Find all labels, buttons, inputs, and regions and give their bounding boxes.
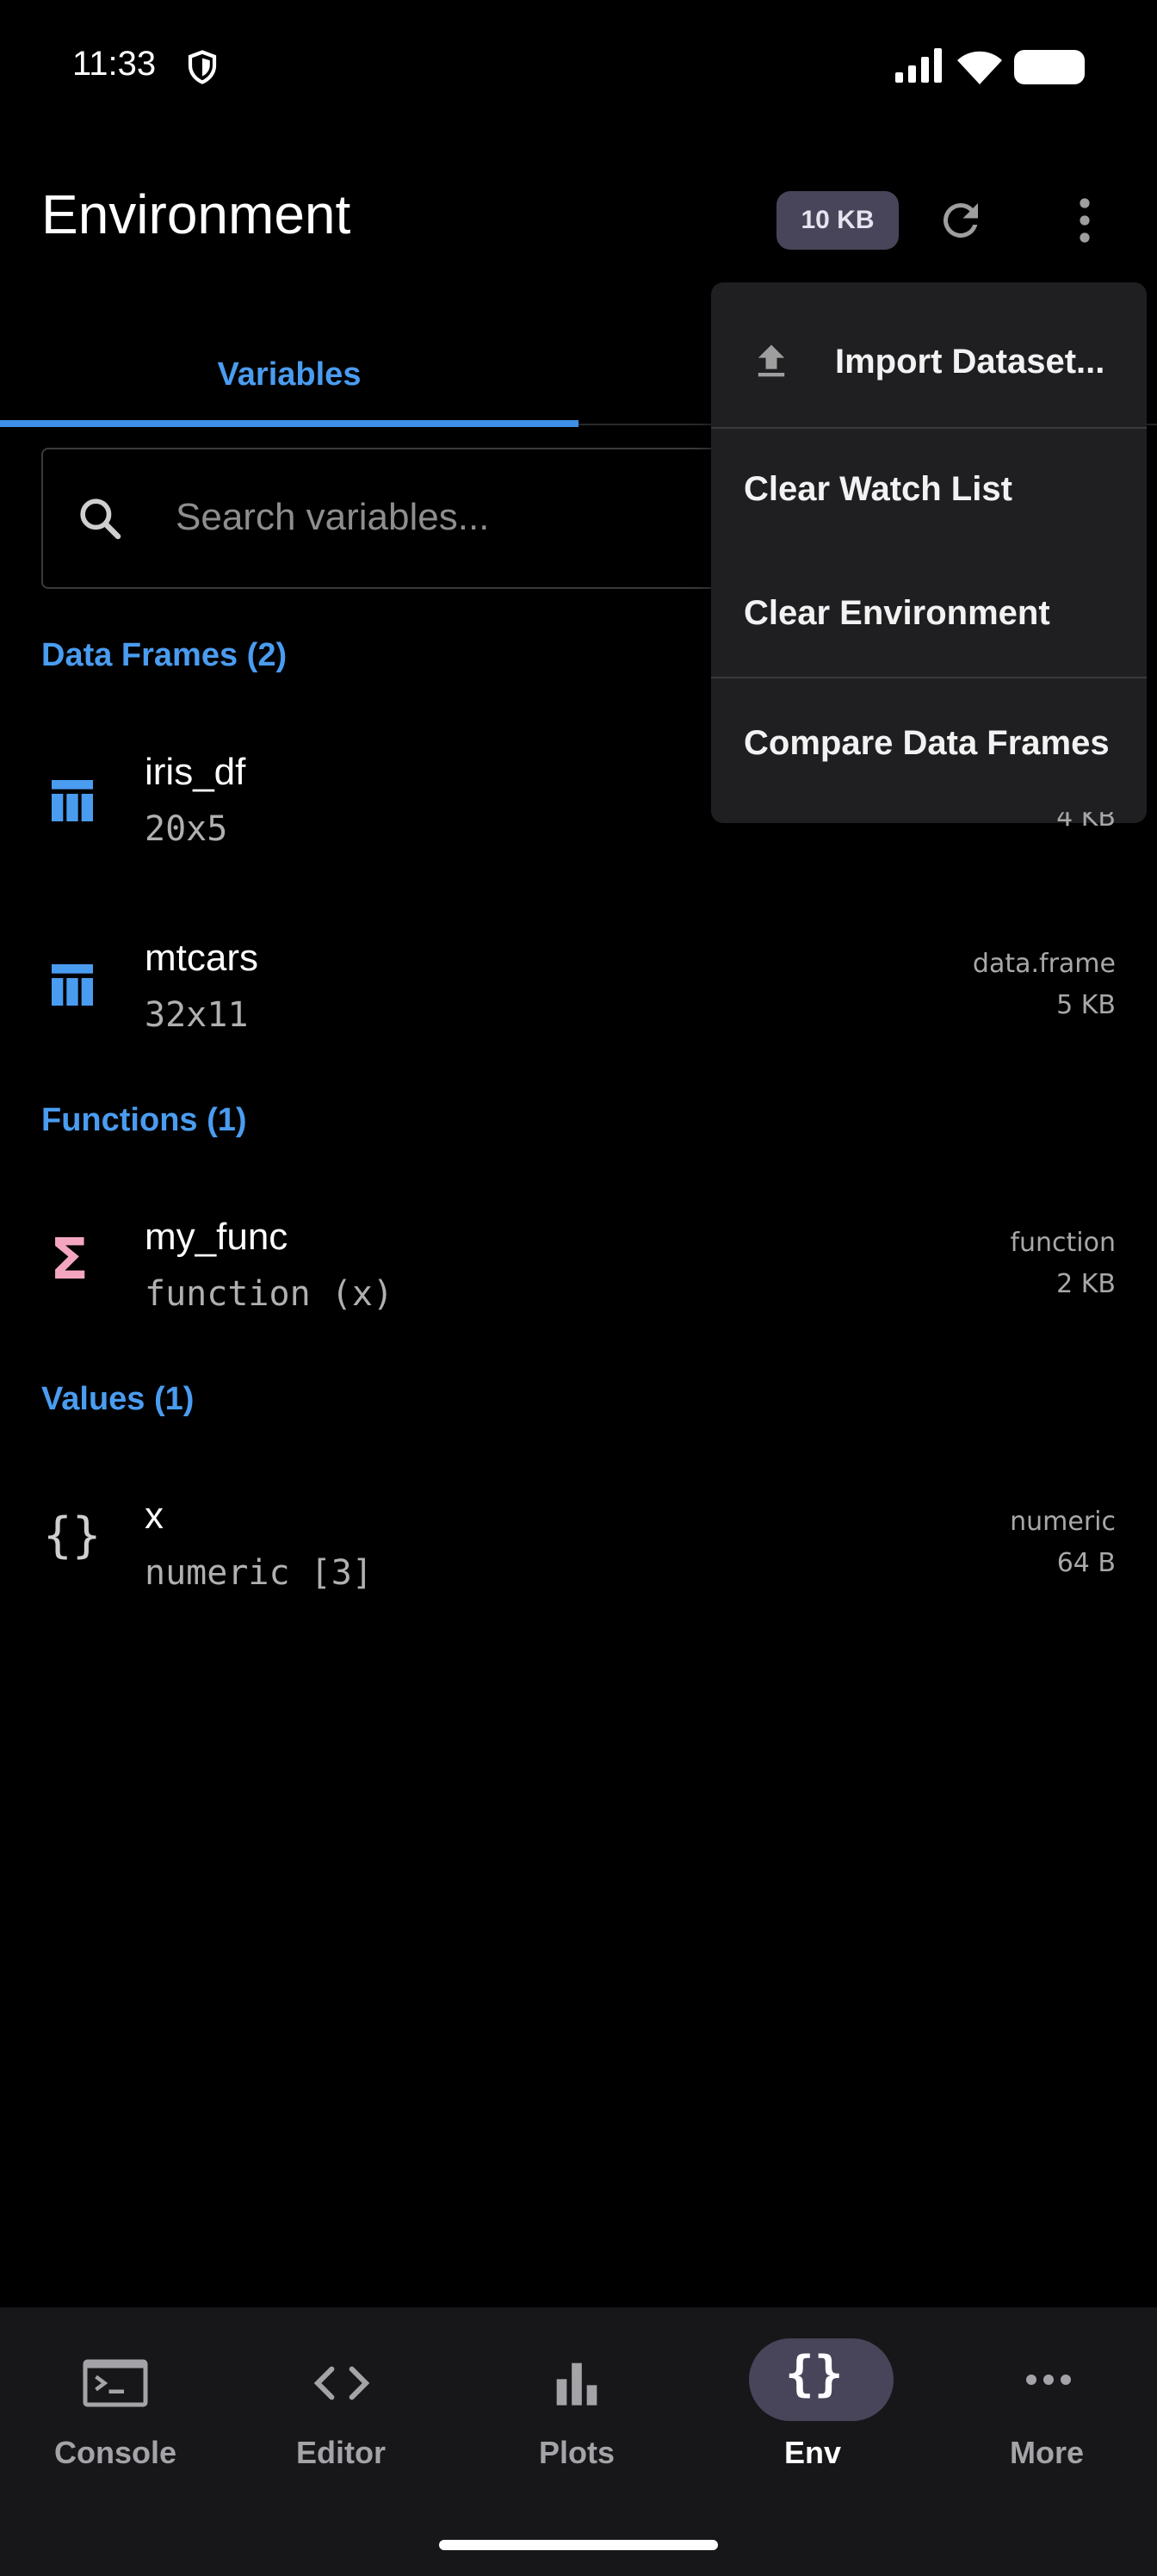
- nav-item-plots[interactable]: Plots: [461, 2307, 692, 2497]
- variable-dims: 20x5: [145, 809, 228, 849]
- nav-label: Console: [53, 2435, 176, 2470]
- nav-item-more[interactable]: More: [931, 2307, 1157, 2497]
- bottom-navigation: Console Editor Plots {} Env More: [0, 2307, 1157, 2576]
- variable-summary: numeric [3]: [145, 1553, 373, 1593]
- bar-chart-icon: [556, 2362, 597, 2406]
- variable-name: iris_df: [145, 751, 246, 793]
- variable-size: 64 B: [1056, 1548, 1116, 1578]
- console-icon: [83, 2359, 148, 2407]
- variable-type: numeric: [1010, 1507, 1116, 1537]
- variable-type: data.frame: [972, 949, 1116, 979]
- nav-label: Editor: [296, 2435, 386, 2470]
- memory-size-badge[interactable]: 10 KB: [776, 191, 899, 250]
- nav-item-console[interactable]: Console: [0, 2307, 231, 2497]
- table-icon: [52, 780, 93, 821]
- wifi-icon: [957, 51, 1002, 84]
- signal-icon: [895, 48, 942, 83]
- search-icon: [80, 498, 121, 540]
- variable-size: 5 KB: [1056, 990, 1116, 1020]
- variable-type: function: [1010, 1228, 1116, 1258]
- section-functions: Functions (1): [41, 1102, 247, 1138]
- more-horiz-icon: [1026, 2375, 1071, 2385]
- nav-label: More: [1009, 2435, 1084, 2470]
- nav-label: Plots: [538, 2435, 615, 2470]
- refresh-icon[interactable]: [935, 195, 987, 246]
- tab-variables[interactable]: Variables: [0, 327, 578, 422]
- tab-indicator: [0, 420, 578, 427]
- shield-icon: [188, 50, 217, 84]
- menu-item-compare-data-frames[interactable]: Compare Data Frames: [711, 678, 1147, 808]
- battery-icon: [1014, 50, 1085, 84]
- upload-icon: [758, 344, 785, 377]
- menu-item-clear-environment[interactable]: Clear Environment: [711, 549, 1147, 677]
- nav-label: Env: [783, 2435, 842, 2470]
- menu-item-clear-watch-list[interactable]: Clear Watch List: [711, 429, 1147, 549]
- search-placeholder: Search variables...: [176, 496, 490, 538]
- page-title: Environment: [41, 183, 351, 245]
- more-vert-icon[interactable]: [1064, 195, 1105, 246]
- function-signature: function (x): [145, 1274, 393, 1314]
- variable-size: 2 KB: [1056, 1269, 1116, 1299]
- nav-item-env[interactable]: {} Env: [697, 2307, 928, 2497]
- braces-icon: {}: [43, 1508, 102, 1564]
- menu-item-import-dataset[interactable]: Import Dataset...: [711, 282, 1147, 427]
- sigma-icon: Σ: [50, 1226, 90, 1292]
- code-icon: [313, 2366, 370, 2400]
- status-time: 11:33: [72, 45, 157, 83]
- overflow-menu: Import Dataset... Clear Watch List Clear…: [711, 282, 1147, 823]
- section-data-frames: Data Frames (2): [41, 637, 288, 673]
- variable-name: mtcars: [145, 937, 258, 979]
- variable-dims: 32x11: [145, 995, 249, 1035]
- variable-name: x: [145, 1495, 164, 1537]
- menu-item-label: Import Dataset...: [835, 343, 1105, 381]
- braces-icon: {}: [785, 2346, 844, 2402]
- variable-name: my_func: [145, 1216, 288, 1258]
- section-values: Values (1): [41, 1381, 195, 1417]
- table-icon: [52, 964, 93, 1006]
- nav-item-editor[interactable]: Editor: [226, 2307, 456, 2497]
- home-indicator[interactable]: [439, 2540, 718, 2550]
